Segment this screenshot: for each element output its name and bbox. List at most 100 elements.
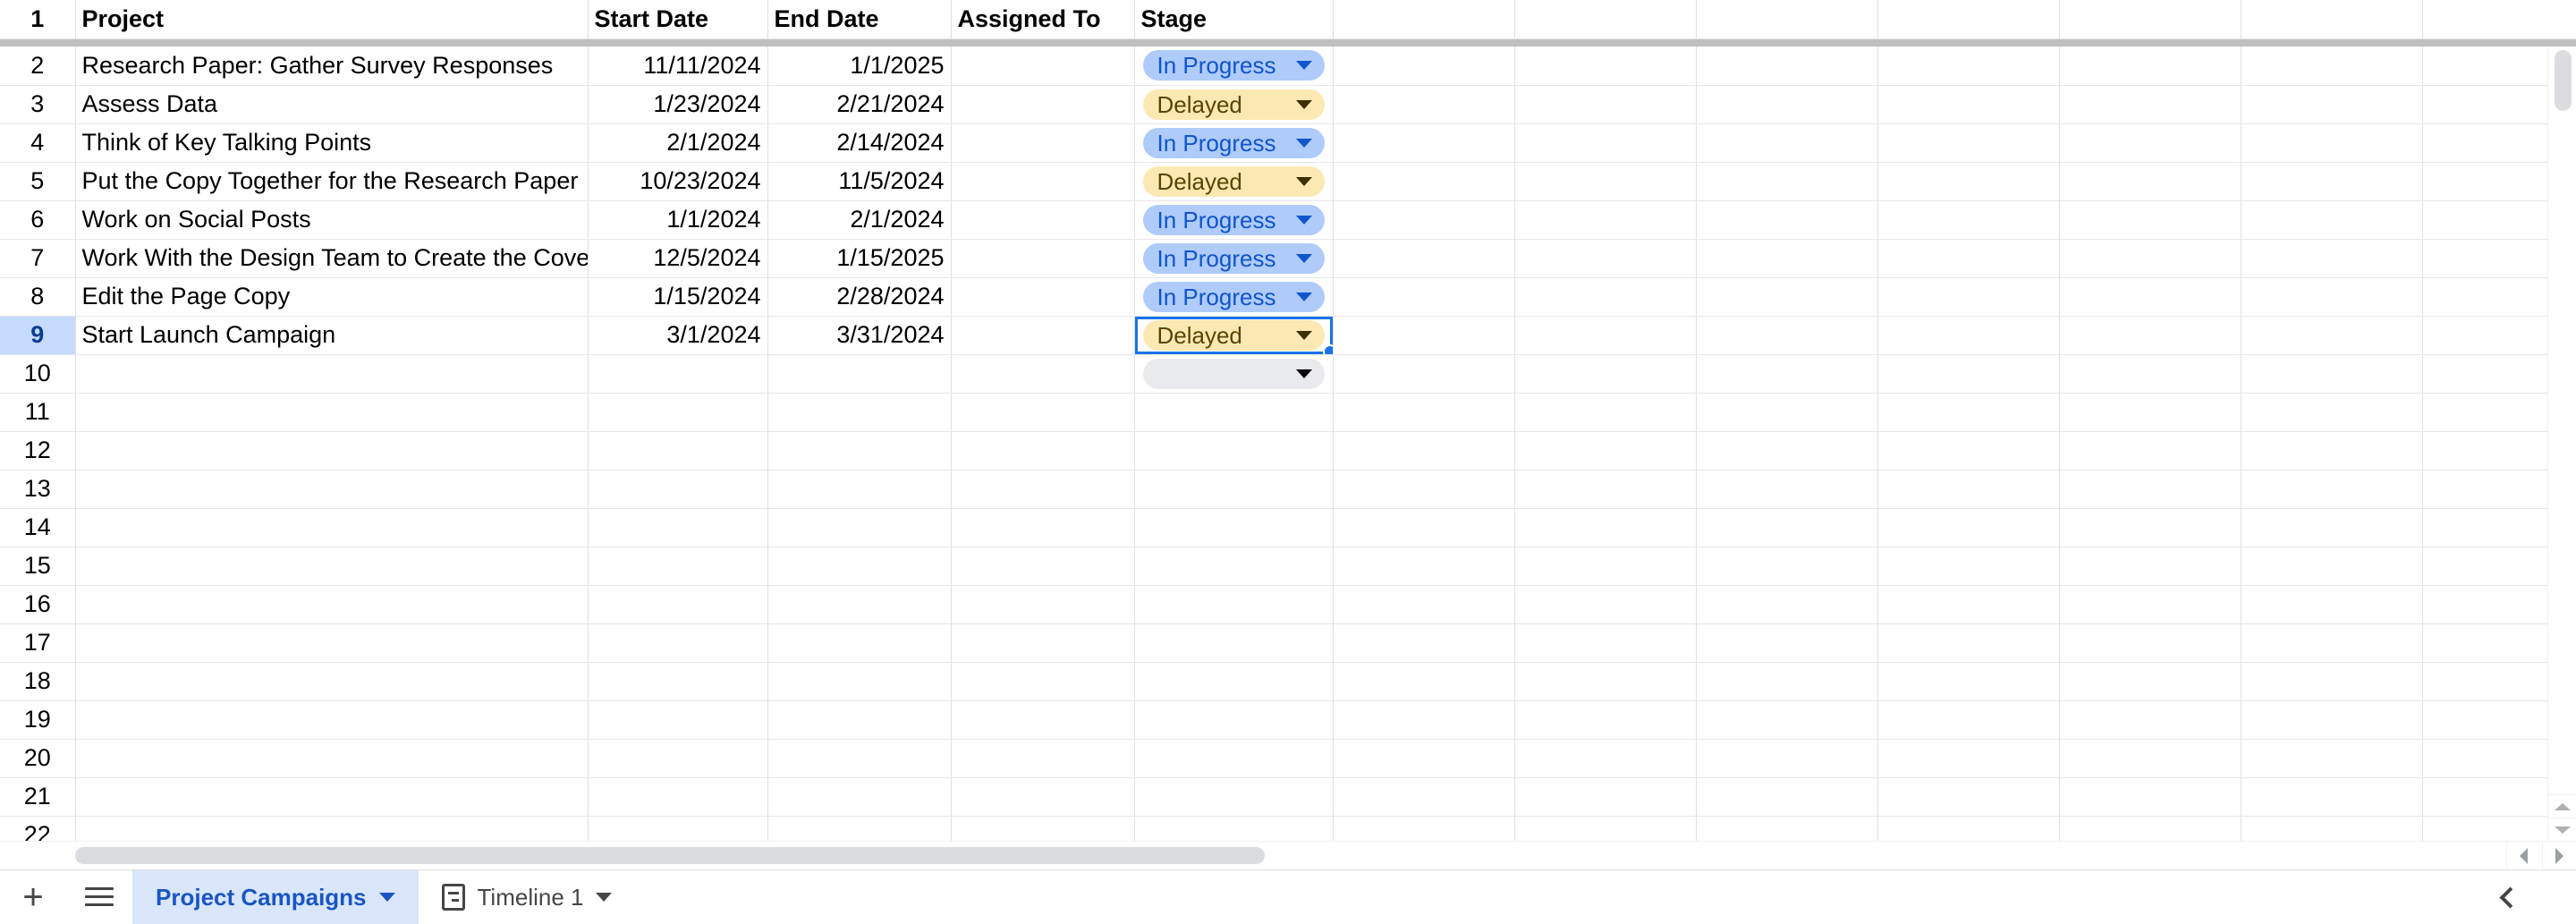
empty-cell[interactable]	[767, 662, 951, 700]
empty-cell[interactable]	[1877, 508, 2059, 547]
empty-cell[interactable]	[951, 662, 1134, 700]
empty-cell[interactable]	[951, 777, 1134, 816]
empty-cell[interactable]	[1877, 316, 2059, 354]
column-header-stage[interactable]: Stage	[1134, 0, 1333, 38]
empty-cell[interactable]	[1877, 123, 2059, 162]
empty-cell[interactable]	[1696, 585, 1877, 623]
sheet-tab-project-campaigns[interactable]: Project Campaigns	[132, 870, 419, 924]
empty-cell[interactable]	[1696, 431, 1877, 470]
cell-assigned[interactable]	[951, 162, 1134, 200]
cell-assigned[interactable]	[951, 354, 1134, 393]
empty-cell[interactable]	[2241, 0, 2422, 38]
collapse-sheet-bar-button[interactable]	[2483, 870, 2537, 924]
empty-cell[interactable]	[1134, 547, 1333, 585]
empty-cell[interactable]	[1333, 0, 1514, 38]
empty-cell[interactable]	[1514, 85, 1696, 123]
empty-cell[interactable]	[2059, 47, 2241, 85]
empty-cell[interactable]	[1514, 700, 1696, 739]
cell-assigned[interactable]	[951, 239, 1134, 277]
empty-cell[interactable]	[1134, 662, 1333, 700]
cell-start[interactable]: 3/1/2024	[588, 316, 767, 354]
cell-end[interactable]	[767, 354, 951, 393]
empty-cell[interactable]	[75, 700, 588, 739]
empty-cell[interactable]	[2059, 585, 2241, 623]
empty-cell[interactable]	[1333, 162, 1514, 200]
empty-cell[interactable]	[1333, 700, 1514, 739]
cell-stage[interactable]: Delayed	[1134, 85, 1333, 123]
empty-cell[interactable]	[75, 739, 588, 777]
row-header[interactable]: 4	[0, 123, 75, 162]
row-header[interactable]: 16	[0, 585, 75, 623]
empty-cell[interactable]	[2059, 777, 2241, 816]
empty-cell[interactable]	[1696, 200, 1877, 239]
empty-cell[interactable]	[1696, 47, 1877, 85]
stage-chip[interactable]: Delayed	[1143, 320, 1325, 351]
cell-assigned[interactable]	[951, 123, 1134, 162]
empty-cell[interactable]	[2241, 354, 2422, 393]
empty-cell[interactable]	[2241, 662, 2422, 700]
empty-cell[interactable]	[1514, 547, 1696, 585]
empty-cell[interactable]	[2059, 123, 2241, 162]
empty-cell[interactable]	[2059, 162, 2241, 200]
empty-cell[interactable]	[2059, 431, 2241, 470]
empty-cell[interactable]	[1134, 700, 1333, 739]
empty-cell[interactable]	[1134, 431, 1333, 470]
empty-cell[interactable]	[1877, 393, 2059, 431]
empty-cell[interactable]	[767, 777, 951, 816]
empty-cell[interactable]	[2059, 547, 2241, 585]
empty-cell[interactable]	[1333, 277, 1514, 316]
empty-cell[interactable]	[951, 470, 1134, 508]
cell-start[interactable]: 1/1/2024	[588, 200, 767, 239]
empty-cell[interactable]	[1877, 162, 2059, 200]
all-sheets-button[interactable]	[66, 870, 132, 923]
empty-cell[interactable]	[2422, 0, 2576, 38]
cell-project[interactable]: Put the Copy Together for the Research P…	[75, 162, 588, 200]
column-header-project[interactable]: Project	[75, 0, 588, 38]
empty-cell[interactable]	[75, 585, 588, 623]
empty-cell[interactable]	[1514, 162, 1696, 200]
empty-cell[interactable]	[1877, 623, 2059, 662]
column-header-start-date[interactable]: Start Date	[588, 0, 767, 38]
empty-cell[interactable]	[951, 431, 1134, 470]
empty-cell[interactable]	[1333, 316, 1514, 354]
empty-cell[interactable]	[1696, 662, 1877, 700]
row-header[interactable]: 2	[0, 47, 75, 85]
empty-cell[interactable]	[2241, 585, 2422, 623]
vertical-scrollbar[interactable]	[2547, 47, 2576, 841]
column-header-end-date[interactable]: End Date	[767, 0, 951, 38]
empty-cell[interactable]	[1514, 585, 1696, 623]
empty-cell[interactable]	[1333, 777, 1514, 816]
empty-cell[interactable]	[1877, 354, 2059, 393]
cell-project[interactable]: Edit the Page Copy	[75, 277, 588, 316]
empty-cell[interactable]	[1877, 431, 2059, 470]
empty-cell[interactable]	[1514, 623, 1696, 662]
empty-cell[interactable]	[1333, 508, 1514, 547]
empty-cell[interactable]	[2241, 470, 2422, 508]
spreadsheet-grid[interactable]: 1 Project Start Date End Date Assigned T…	[0, 0, 2576, 841]
empty-cell[interactable]	[767, 431, 951, 470]
cell-project[interactable]: Assess Data	[75, 85, 588, 123]
empty-cell[interactable]	[2241, 393, 2422, 431]
scroll-down-button[interactable]	[2548, 818, 2576, 841]
empty-cell[interactable]	[1696, 239, 1877, 277]
empty-cell[interactable]	[767, 739, 951, 777]
empty-cell[interactable]	[1877, 47, 2059, 85]
empty-cell[interactable]	[1134, 777, 1333, 816]
empty-cell[interactable]	[75, 470, 588, 508]
cell-start[interactable]: 10/23/2024	[588, 162, 767, 200]
empty-cell[interactable]	[2059, 354, 2241, 393]
horizontal-scrollbar-thumb[interactable]	[75, 847, 1265, 864]
row-header[interactable]: 12	[0, 431, 75, 470]
empty-cell[interactable]	[2241, 739, 2422, 777]
empty-cell[interactable]	[1696, 162, 1877, 200]
cell-end[interactable]: 3/31/2024	[767, 316, 951, 354]
empty-cell[interactable]	[1514, 123, 1696, 162]
empty-cell[interactable]	[1134, 623, 1333, 662]
chevron-down-icon[interactable]	[596, 893, 612, 902]
empty-cell[interactable]	[588, 662, 767, 700]
empty-cell[interactable]	[1877, 777, 2059, 816]
empty-cell[interactable]	[951, 393, 1134, 431]
row-header[interactable]: 20	[0, 739, 75, 777]
empty-cell[interactable]	[588, 431, 767, 470]
sheet-tab-timeline-1[interactable]: Timeline 1	[419, 870, 636, 924]
